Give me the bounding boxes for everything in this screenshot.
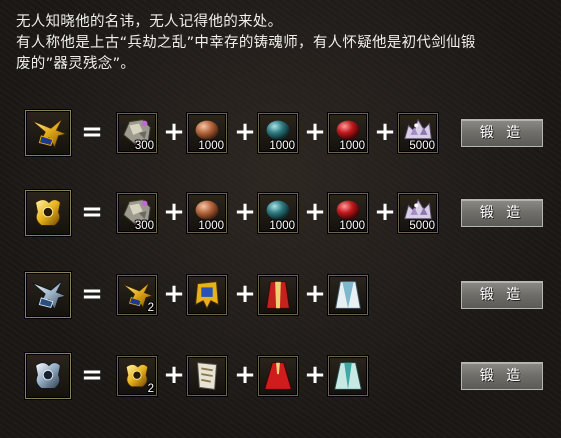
plus-sign: +	[163, 360, 185, 390]
ingredient-slot[interactable]	[187, 275, 227, 315]
ingredient-quantity: 2	[147, 383, 154, 395]
plus-sign: +	[234, 117, 256, 147]
ingredient-quantity: 2	[147, 302, 154, 314]
recipe-row: = 2 + + + 锻 造	[0, 272, 561, 318]
ingredient-slot[interactable]	[258, 356, 298, 396]
ingredient-slot[interactable]	[258, 275, 298, 315]
result-item-slot[interactable]	[25, 110, 71, 156]
ingredient-slot[interactable]: 1000	[258, 113, 298, 153]
recipe-row: = 300 + 1000 + 1000 + 1000 + 5000 锻 造	[0, 190, 561, 236]
equals-sign: =	[81, 360, 103, 390]
result-item-slot[interactable]	[25, 190, 71, 236]
forge-button[interactable]: 锻 造	[461, 119, 543, 147]
ingredient-slot[interactable]: 1000	[328, 193, 368, 233]
plus-sign: +	[163, 279, 185, 309]
recipe-row: = 300 + 1000 + 1000 + 1000 + 5000 锻 造	[0, 110, 561, 156]
ingredient-slot[interactable]: 1000	[187, 193, 227, 233]
ingredient-slot[interactable]: 300	[117, 113, 157, 153]
description-line: 有人称他是上古“兵劫之乱”中幸存的铸魂师，有人怀疑他是初代剑仙锻	[16, 35, 476, 51]
ingredient-quantity: 300	[134, 220, 154, 232]
ingredient-slot[interactable]	[187, 356, 227, 396]
ingredient-slot[interactable]: 300	[117, 193, 157, 233]
plus-sign: +	[374, 117, 396, 147]
equals-sign: =	[81, 197, 103, 227]
ingredient-quantity: 1000	[269, 220, 295, 232]
forge-button[interactable]: 锻 造	[461, 281, 543, 309]
ingredient-quantity: 1000	[198, 220, 224, 232]
recipe-row: = 2 + + + 锻 造	[0, 353, 561, 399]
equals-sign: =	[81, 117, 103, 147]
plus-sign: +	[234, 360, 256, 390]
item-description: 无人知晓他的名讳，无人记得他的来处。 有人称他是上古“兵劫之乱”中幸存的铸魂师，…	[16, 12, 546, 75]
result-item-slot[interactable]	[25, 272, 71, 318]
plus-sign: +	[304, 279, 326, 309]
ingredient-quantity: 1000	[198, 140, 224, 152]
ingredient-slot[interactable]: 1000	[258, 193, 298, 233]
plus-sign: +	[374, 197, 396, 227]
ingredient-quantity: 1000	[269, 140, 295, 152]
plus-sign: +	[304, 360, 326, 390]
ingredient-quantity: 5000	[409, 220, 435, 232]
ingredient-slot[interactable]: 2	[117, 356, 157, 396]
ingredient-slot[interactable]: 5000	[398, 193, 438, 233]
plus-sign: +	[304, 117, 326, 147]
ingredient-quantity: 5000	[409, 140, 435, 152]
ingredient-slot[interactable]: 5000	[398, 113, 438, 153]
plus-sign: +	[163, 117, 185, 147]
ingredient-quantity: 1000	[339, 140, 365, 152]
plus-sign: +	[163, 197, 185, 227]
equals-sign: =	[81, 279, 103, 309]
forge-button[interactable]: 锻 造	[461, 362, 543, 390]
description-line: 无人知晓他的名讳，无人记得他的来处。	[16, 14, 283, 30]
ingredient-slot[interactable]: 1000	[187, 113, 227, 153]
plus-sign: +	[234, 279, 256, 309]
description-line: 废的”器灵残念”。	[16, 56, 136, 72]
plus-sign: +	[304, 197, 326, 227]
ingredient-slot[interactable]: 2	[117, 275, 157, 315]
ingredient-slot[interactable]	[328, 275, 368, 315]
ingredient-quantity: 300	[134, 140, 154, 152]
ingredient-slot[interactable]	[328, 356, 368, 396]
plus-sign: +	[234, 197, 256, 227]
ingredient-quantity: 1000	[339, 220, 365, 232]
result-item-slot[interactable]	[25, 353, 71, 399]
ingredient-slot[interactable]: 1000	[328, 113, 368, 153]
forge-button[interactable]: 锻 造	[461, 199, 543, 227]
